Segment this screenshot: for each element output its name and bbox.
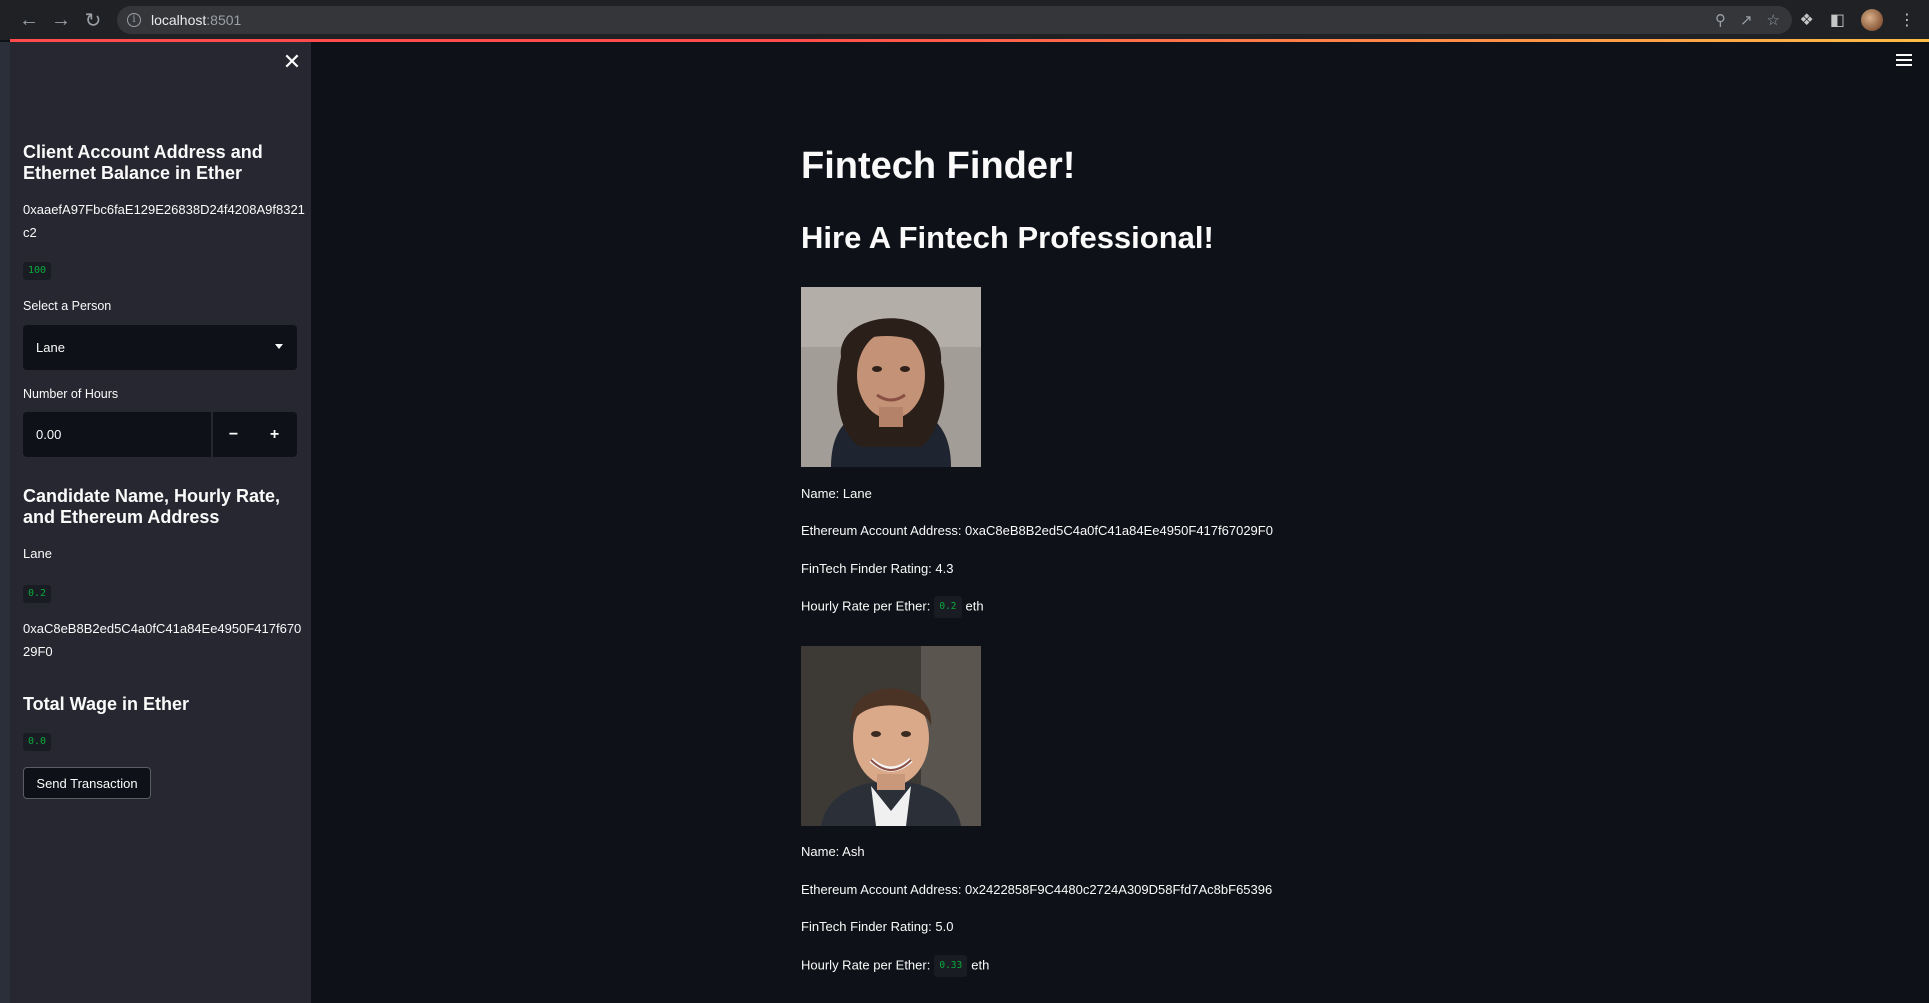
select-person-dropdown[interactable]: Lane — [23, 325, 297, 370]
url-port: :8501 — [206, 12, 242, 28]
candidate-rating-ash: FinTech Finder Rating: 5.0 — [801, 919, 954, 934]
rate-value: 0.33 — [934, 955, 968, 977]
info-icon[interactable]: i — [127, 13, 141, 27]
sidebar: ✕ Client Account Address and Ethernet Ba… — [10, 42, 311, 1003]
total-wage-value: 0.0 — [23, 733, 52, 751]
decrement-button[interactable]: − — [213, 412, 254, 457]
forward-icon[interactable]: → — [46, 5, 76, 35]
browser-toolbar: ← → ↻ i localhost:8501 ⚲ ↗ ☆ ❖ ◧ ⋮ — [0, 0, 1929, 40]
profile-avatar[interactable] — [1861, 9, 1883, 31]
sidebar-heading-candidate: Candidate Name, Hourly Rate, and Ethereu… — [23, 486, 281, 527]
rate-value: 0.2 — [934, 596, 962, 618]
client-account-address: 0xaaefA97Fbc6faE129E26838D24f4208A9f8321… — [23, 202, 305, 240]
extensions-puzzle-icon[interactable]: ❖ — [1800, 10, 1814, 30]
page-title: Fintech Finder! — [801, 145, 1076, 187]
side-panel-icon[interactable]: ◧ — [1830, 10, 1845, 30]
candidate-rating-lane: FinTech Finder Rating: 4.3 — [801, 561, 954, 576]
hamburger-menu-icon[interactable] — [1896, 54, 1912, 68]
hours-number-input: 0.00 − + — [23, 412, 297, 457]
kebab-menu-icon[interactable]: ⋮ — [1899, 10, 1915, 30]
rate-label: Hourly Rate per Ether: — [801, 598, 931, 614]
candidate-name-ash: Name: Ash — [801, 844, 865, 859]
address-bar[interactable]: i localhost:8501 ⚲ ↗ ☆ — [117, 6, 1792, 34]
close-sidebar-icon[interactable]: ✕ — [282, 51, 302, 73]
caret-down-icon — [275, 344, 283, 349]
page-subtitle: Hire A Fintech Professional! — [801, 220, 1214, 255]
select-person-label: Select a Person — [23, 299, 112, 313]
back-icon[interactable]: ← — [14, 5, 44, 35]
candidate-address-ash: Ethereum Account Address: 0x2422858F9C44… — [801, 882, 1273, 897]
candidate-photo-ash — [801, 646, 981, 826]
candidate-rate-ash: Hourly Rate per Ether: 0.33 eth — [801, 955, 989, 977]
select-person-value: Lane — [36, 340, 65, 355]
hours-input[interactable]: 0.00 — [23, 412, 213, 457]
increment-button[interactable]: + — [254, 412, 295, 457]
candidate-name-lane: Name: Lane — [801, 486, 872, 501]
candidate-rate: 0.2 — [23, 585, 52, 603]
url-host: localhost — [151, 12, 207, 28]
candidate-rate-lane: Hourly Rate per Ether: 0.2 eth — [801, 596, 984, 618]
sidebar-heading-account: Client Account Address and Ethernet Bala… — [23, 142, 263, 183]
rate-unit: eth — [971, 957, 990, 973]
candidate-address: 0xaC8eB8B2ed5C4a0fC41a84Ee4950F417f67029… — [23, 621, 302, 659]
candidate-address-lane: Ethereum Account Address: 0xaC8eB8B2ed5C… — [801, 523, 1273, 538]
reload-icon[interactable]: ↻ — [78, 5, 108, 35]
send-transaction-button[interactable]: Send Transaction — [23, 767, 151, 799]
hours-label: Number of Hours — [23, 387, 119, 401]
bookmark-star-icon[interactable]: ☆ — [1767, 11, 1780, 29]
share-icon[interactable]: ↗ — [1740, 11, 1753, 29]
address-bar-actions: ⚲ ↗ ☆ — [1715, 6, 1792, 34]
extension-icons: ❖ ◧ ⋮ — [1800, 6, 1915, 34]
candidate-photo-lane — [801, 287, 981, 467]
candidate-name: Lane — [23, 546, 52, 561]
balance-value: 100 — [23, 262, 52, 280]
sidebar-heading-wage: Total Wage in Ether — [23, 694, 190, 714]
rate-label: Hourly Rate per Ether: — [801, 957, 931, 973]
zoom-icon[interactable]: ⚲ — [1715, 11, 1726, 29]
rate-unit: eth — [965, 598, 984, 614]
desktop-edge — [0, 42, 10, 1003]
